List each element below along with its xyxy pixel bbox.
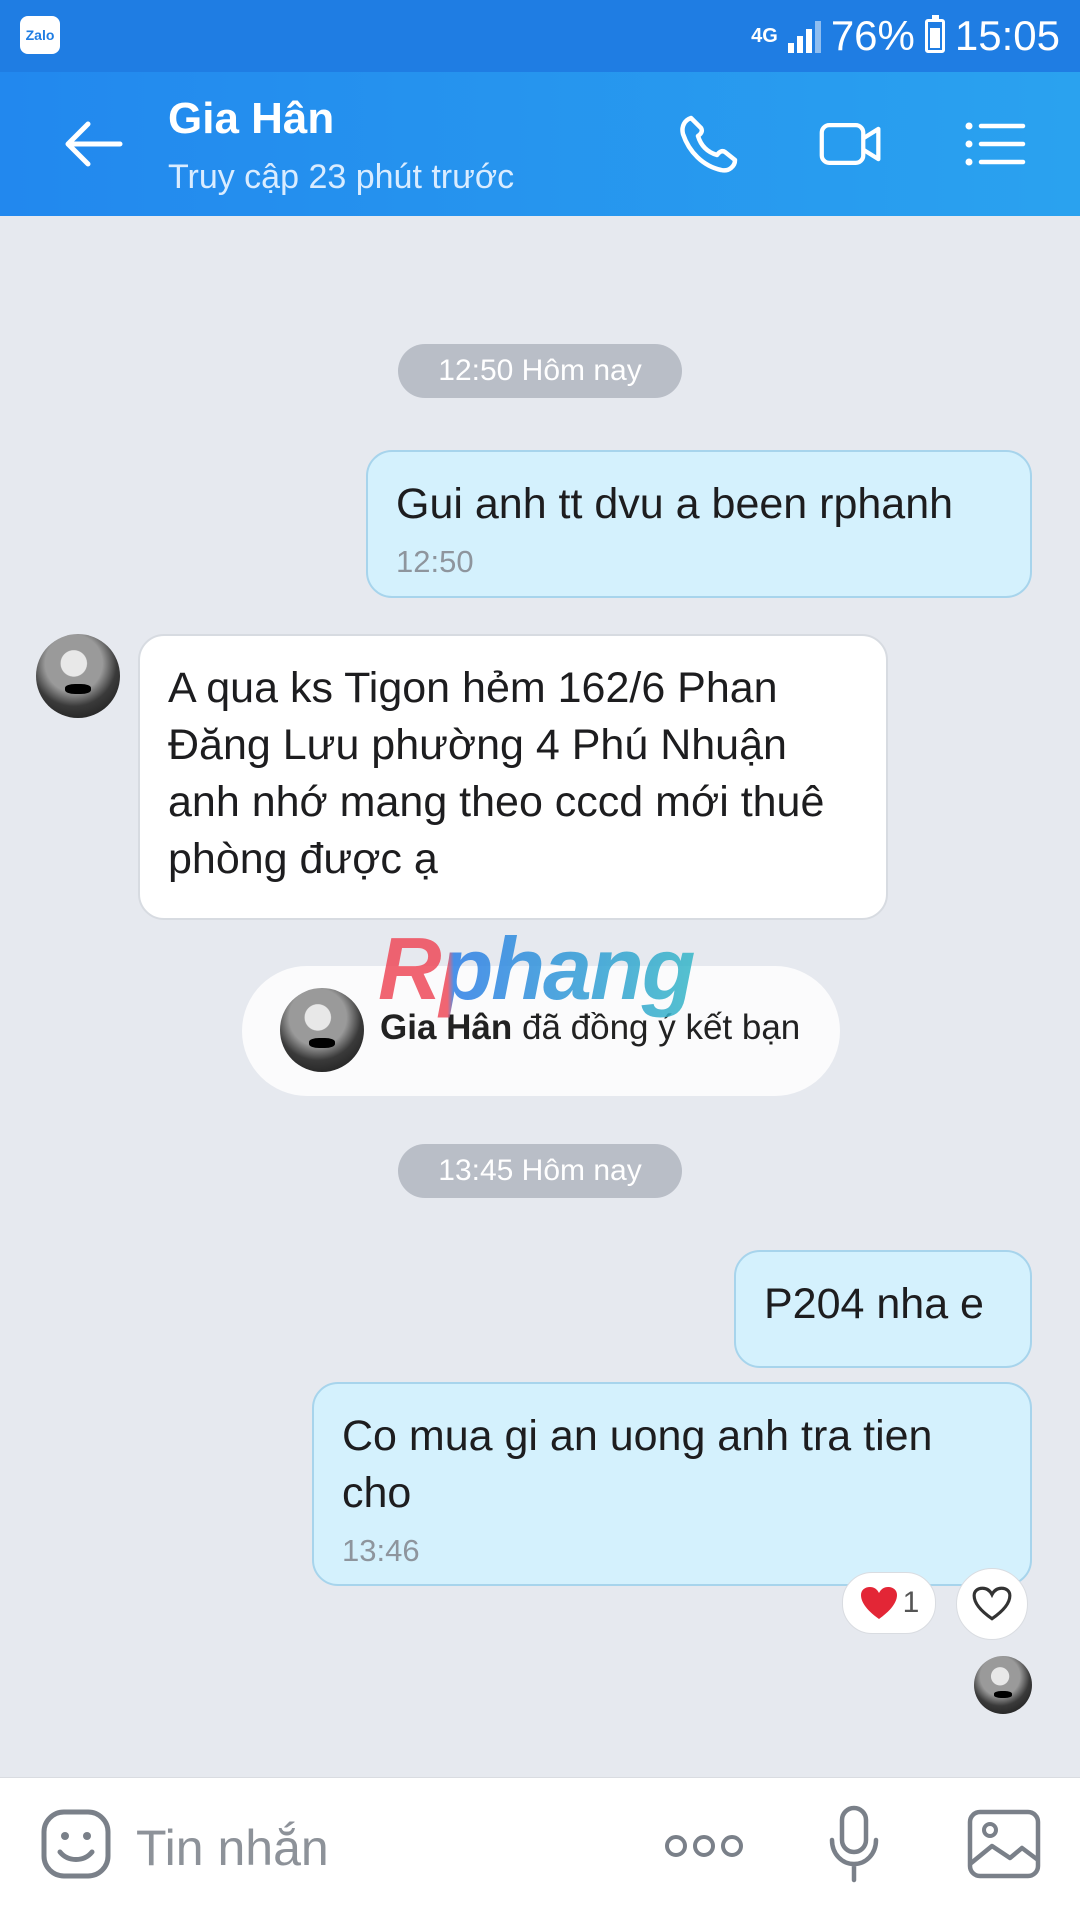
chat-header: Gia Hân Truy cập 23 phút trước [0, 72, 1080, 216]
watermark-logo: Rphang [378, 919, 696, 1018]
message-input-bar [0, 1777, 1080, 1921]
heart-outline-icon [972, 1586, 1012, 1621]
read-receipt-avatar [974, 1656, 1032, 1714]
microphone-icon[interactable] [826, 1804, 882, 1884]
message-text: Co mua gi an uong anh tra tien cho [342, 1412, 933, 1517]
back-arrow-icon[interactable] [58, 114, 128, 174]
contact-avatar[interactable] [280, 988, 364, 1072]
timestamp-divider: 13:45 Hôm nay [398, 1144, 682, 1198]
react-button[interactable] [956, 1568, 1028, 1640]
phone-call-icon[interactable] [676, 112, 742, 176]
video-call-icon[interactable] [818, 112, 884, 176]
message-input[interactable] [136, 1818, 616, 1878]
contact-avatar[interactable] [36, 634, 120, 718]
last-seen-status: Truy cập 23 phút trước [168, 158, 515, 196]
more-options-icon[interactable] [664, 1828, 744, 1864]
heart-icon [860, 1587, 897, 1619]
message-bubble-outgoing[interactable]: Co mua gi an uong anh tra tien cho 13:46 [312, 1382, 1032, 1586]
message-time: 13:46 [342, 1533, 420, 1568]
message-text: Gui anh tt dvu a been rphanh [396, 480, 954, 528]
sticker-emoji-icon[interactable] [40, 1808, 112, 1880]
contact-name[interactable]: Gia Hân [168, 94, 334, 144]
message-bubble-incoming[interactable]: A qua ks Tigon hẻm 162/6 Phan Đăng Lưu p… [138, 634, 888, 920]
clock: 15:05 [954, 12, 1060, 59]
message-bubble-outgoing[interactable]: P204 nha e [734, 1250, 1032, 1368]
message-time: 12:50 [396, 544, 474, 579]
zalo-app-icon: Zalo [20, 16, 60, 54]
reaction-summary[interactable]: 1 [842, 1572, 936, 1634]
network-type: 4G [751, 25, 778, 47]
reaction-count: 1 [902, 1586, 920, 1619]
message-bubble-outgoing[interactable]: Gui anh tt dvu a been rphanh 12:50 [366, 450, 1032, 598]
battery-level: 76% [830, 12, 915, 59]
status-bar: Zalo 4G 76% 15:05 [0, 0, 1080, 72]
image-gallery-icon[interactable] [966, 1808, 1042, 1880]
timestamp-divider: 12:50 Hôm nay [398, 344, 682, 398]
message-text: A qua ks Tigon hẻm 162/6 Phan Đăng Lưu p… [168, 664, 825, 883]
signal-icon [787, 19, 821, 53]
battery-icon [924, 15, 945, 53]
message-text: P204 nha e [764, 1280, 984, 1328]
options-menu-icon[interactable] [962, 112, 1028, 176]
status-indicators: 4G 76% 15:05 [751, 10, 1060, 62]
